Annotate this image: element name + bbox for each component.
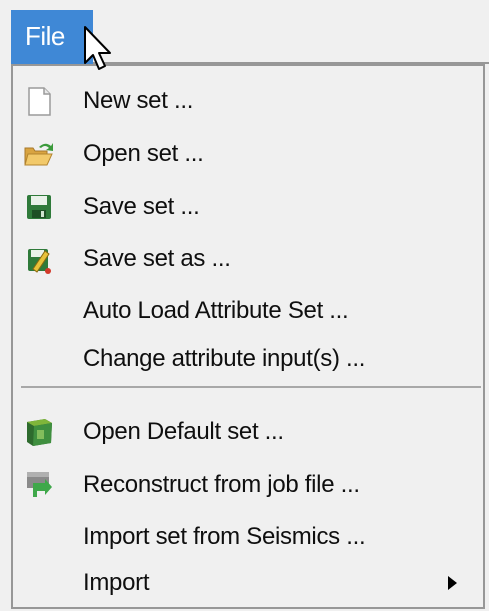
screen: File New set ... Open set ... Save set .…: [0, 0, 489, 611]
mouse-cursor-icon: [84, 26, 111, 70]
menu-item-label: Import: [83, 569, 150, 596]
reconstruct-icon: [27, 472, 52, 497]
menu-item-new-set[interactable]: New set ...: [13, 76, 483, 126]
menu-item-label: Save set as ...: [83, 245, 231, 272]
menu-item-label: Import set from Seismics ...: [83, 523, 366, 550]
new-document-icon: [28, 87, 51, 116]
menu-item-label: Reconstruct from job file ...: [83, 471, 360, 498]
menu-item-label: New set ...: [83, 87, 194, 114]
save-as-icon: [28, 249, 51, 274]
file-menu-button[interactable]: File: [11, 10, 93, 64]
open-folder-icon: [24, 143, 53, 166]
file-dropdown-menu: New set ... Open set ... Save set ... Sa…: [11, 64, 485, 609]
menu-item-save-set[interactable]: Save set ...: [13, 182, 483, 232]
menu-separator: [21, 386, 481, 388]
floppy-save-icon: [27, 195, 51, 219]
menu-item-open-default-set[interactable]: Open Default set ...: [13, 407, 483, 457]
menu-item-save-set-as[interactable]: Save set as ...: [13, 234, 483, 284]
menu-item-open-set[interactable]: Open set ...: [13, 129, 483, 179]
menu-item-label: Open set ...: [83, 140, 204, 167]
menu-item-import[interactable]: Import: [13, 558, 483, 608]
menu-item-change-attribute-inputs[interactable]: Change attribute input(s) ...: [13, 334, 483, 384]
menu-item-label: Auto Load Attribute Set ...: [83, 297, 349, 324]
menu-item-reconstruct-from-job-file[interactable]: Reconstruct from job file ...: [13, 460, 483, 510]
menu-item-label: Open Default set ...: [83, 418, 284, 445]
menu-item-auto-load-attribute-set[interactable]: Auto Load Attribute Set ...: [13, 286, 483, 336]
submenu-arrow-icon: [448, 576, 457, 590]
default-set-cube-icon: [27, 419, 52, 446]
menu-item-label: Save set ...: [83, 193, 200, 220]
menu-item-label: Change attribute input(s) ...: [83, 345, 366, 372]
menubar: File: [0, 0, 489, 64]
menu-item-import-set-from-seismics[interactable]: Import set from Seismics ...: [13, 512, 483, 562]
